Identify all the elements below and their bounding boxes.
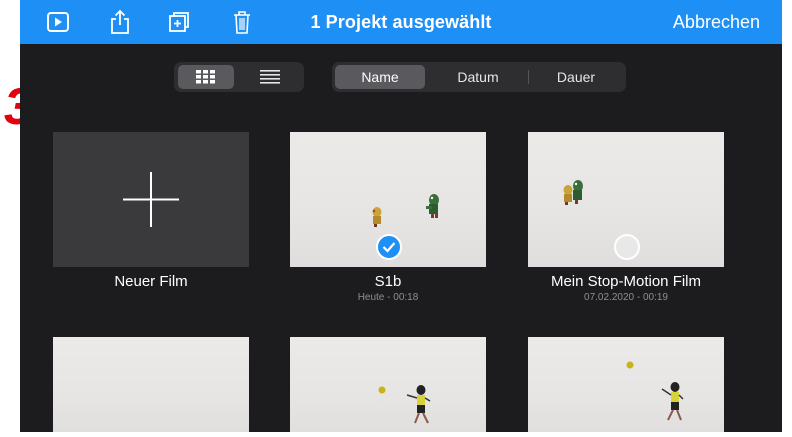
sort-control: Name Datum Dauer <box>332 62 626 92</box>
project-thumbnail[interactable] <box>528 337 724 432</box>
new-movie-tile[interactable] <box>53 132 249 267</box>
project-thumbnail-stop-motion[interactable] <box>528 132 724 267</box>
project-date: Heute - 00:18 <box>357 292 419 303</box>
figurine-image <box>626 361 684 421</box>
duplicate-icon[interactable] <box>165 8 193 36</box>
unselected-circle-icon[interactable] <box>614 234 640 260</box>
play-icon[interactable] <box>44 8 72 36</box>
selection-title: 1 Projekt ausgewählt <box>310 12 492 32</box>
screenshot-frame: 3 1 Projekt ausgewählt Abbrechen Name Da… <box>0 0 792 437</box>
project-date: 07.02.2020 - 00:19 <box>584 292 668 303</box>
project-title: Neuer Film <box>114 273 188 290</box>
project-thumbnail-s1b[interactable] <box>290 132 486 267</box>
sort-duration-button[interactable]: Dauer <box>530 65 622 89</box>
plus-icon <box>123 172 179 227</box>
sort-divider <box>528 70 529 84</box>
project-thumbnail[interactable] <box>290 337 486 432</box>
list-icon <box>260 70 280 84</box>
share-icon[interactable] <box>106 8 134 36</box>
figurine-image <box>378 385 431 424</box>
project-title: Mein Stop-Motion Film <box>550 273 702 290</box>
trash-icon[interactable] <box>228 8 256 36</box>
view-toggle <box>174 62 304 92</box>
cancel-button[interactable]: Abbrechen <box>673 12 760 33</box>
selected-checkmark-icon[interactable] <box>376 234 402 260</box>
grid-icon <box>196 70 215 84</box>
sort-name-button[interactable]: Name <box>335 65 425 89</box>
project-thumbnail[interactable] <box>53 337 249 432</box>
grid-view-button[interactable] <box>178 65 234 89</box>
list-view-button[interactable] <box>242 65 298 89</box>
imovie-projects-screen: 1 Projekt ausgewählt Abbrechen Name Datu… <box>20 0 782 432</box>
top-toolbar: 1 Projekt ausgewählt Abbrechen <box>20 0 782 44</box>
project-title: S1b <box>374 273 402 290</box>
sort-date-button[interactable]: Datum <box>430 65 526 89</box>
